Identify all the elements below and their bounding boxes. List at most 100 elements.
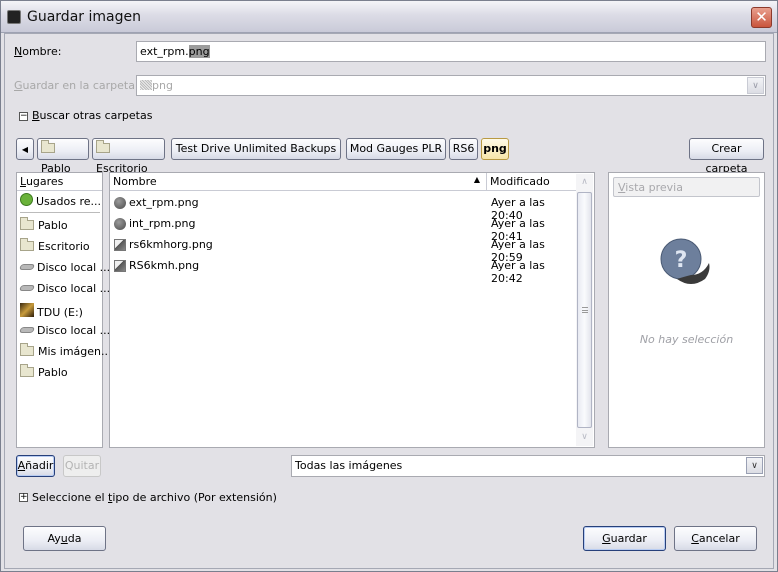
image-file-icon	[114, 260, 126, 272]
column-header-name[interactable]: Nombre ▲	[110, 173, 486, 191]
column-label: Modificado	[490, 175, 550, 188]
button-text: da	[67, 532, 82, 545]
gauge-image-icon	[114, 218, 126, 230]
browse-other-folders-toggle[interactable]: Buscar otras carpetas	[32, 109, 152, 122]
place-label: Disco local ...	[37, 261, 111, 274]
place-label: Pablo	[38, 366, 68, 379]
folder-icon	[20, 343, 34, 356]
path-segment-pablo[interactable]: Pablo	[37, 138, 89, 175]
sort-ascending-icon: ▲	[473, 175, 480, 184]
label-text: uardar en la carpeta:	[22, 79, 139, 92]
folder-icon	[20, 217, 34, 230]
folder-icon	[20, 238, 34, 251]
header-text: ugares	[25, 175, 64, 188]
path-segment-mod-gauges[interactable]: Mod Gauges PLR	[346, 138, 446, 160]
image-file-icon	[114, 239, 126, 251]
place-disk-3[interactable]: Disco local ...	[18, 324, 111, 344]
file-list-scrollbar[interactable]: ∧ ∨	[576, 174, 593, 446]
button-text: Ay	[47, 532, 61, 545]
chevron-down-icon: ∨	[747, 77, 764, 94]
filename-selected-text: png	[188, 45, 210, 58]
select-file-type-toggle[interactable]: Seleccione el tipo de archivo (Por exten…	[32, 491, 277, 504]
gauge-image-icon	[114, 197, 126, 209]
place-label: Mis imágen...	[38, 345, 112, 358]
remove-bookmark-button[interactable]: Quitar	[63, 455, 101, 477]
file-modified: Ayer a las 20:42	[491, 259, 545, 285]
window-title: Guardar imagen	[27, 9, 141, 25]
no-preview-icon: ?	[660, 238, 710, 284]
scroll-up-icon[interactable]: ∧	[576, 174, 593, 191]
dialog-body: Nombre: ext_rpm.png Guardar en la carpet…	[4, 33, 774, 569]
add-bookmark-button[interactable]: Añadir	[16, 455, 55, 477]
help-button[interactable]: Ayuda	[23, 526, 106, 551]
close-icon: ✕	[755, 8, 768, 26]
folder-icon	[96, 140, 110, 153]
mnemonic: B	[32, 109, 40, 122]
drive-icon	[18, 327, 36, 333]
folder-icon	[20, 364, 34, 377]
preview-header: Vista previa	[613, 177, 760, 197]
place-label: Escritorio	[38, 240, 90, 253]
label-text: Seleccione el	[32, 491, 109, 504]
path-segment-png[interactable]: png	[481, 138, 509, 160]
place-label: Pablo	[38, 219, 68, 232]
file-row[interactable]: ext_rpm.png Ayer a las 20:40	[111, 193, 574, 222]
cancel-button[interactable]: Cancelar	[674, 526, 757, 551]
scroll-down-icon[interactable]: ∨	[576, 429, 593, 446]
path-segment-tdu-backups[interactable]: Test Drive Unlimited Backups	[171, 138, 341, 160]
place-recent[interactable]: Usados re...	[20, 193, 102, 213]
name-label: Nombre:	[14, 45, 61, 58]
filename-input[interactable]: ext_rpm.png	[136, 41, 766, 62]
file-name: rs6kmhorg.png	[129, 238, 213, 251]
title-bar: Guardar imagen ✕	[1, 1, 777, 33]
label-text: ombre:	[22, 45, 62, 58]
drive-icon	[18, 264, 36, 270]
file-row[interactable]: rs6kmhorg.png Ayer a las 20:59	[111, 235, 574, 264]
folder-icon	[140, 80, 152, 90]
path-segment-rs6[interactable]: RS6	[449, 138, 478, 160]
file-name: RS6kmh.png	[129, 259, 200, 272]
path-back-button[interactable]: ◀	[16, 138, 34, 160]
button-text: ñadir	[25, 459, 54, 472]
filetype-expander-icon[interactable]: +	[19, 493, 28, 502]
browse-expander-icon[interactable]: −	[19, 112, 28, 121]
file-name: int_rpm.png	[129, 217, 196, 230]
file-row[interactable]: int_rpm.png Ayer a las 20:41	[111, 214, 574, 243]
places-header[interactable]: Lugares	[17, 173, 102, 191]
place-label: Disco local ...	[37, 324, 111, 337]
path-segment-escritorio[interactable]: Escritorio	[92, 138, 165, 175]
column-label: Nombre	[113, 175, 157, 188]
place-pablo-2[interactable]: Pablo	[20, 364, 68, 386]
place-disk-2[interactable]: Disco local ...	[18, 282, 111, 302]
place-label: Usados re...	[36, 195, 102, 208]
file-filter-combo[interactable]: Todas las imágenes ∨	[291, 455, 765, 477]
place-escritorio[interactable]: Escritorio	[20, 238, 90, 260]
label-text: uscar otras carpetas	[39, 109, 153, 122]
filter-value: Todas las imágenes	[295, 459, 403, 472]
mnemonic: C	[691, 532, 699, 545]
button-text: uardar	[610, 532, 647, 545]
place-tdu-drive[interactable]: TDU (E:)	[20, 303, 83, 323]
place-label: Disco local ...	[37, 282, 111, 295]
save-button[interactable]: Guardar	[583, 526, 666, 551]
place-my-pictures[interactable]: Mis imágen...	[20, 343, 112, 365]
header-text: ista previa	[625, 181, 683, 194]
gimp-icon	[7, 10, 21, 24]
scrollbar-thumb[interactable]	[577, 192, 592, 428]
places-panel: Lugares Usados re... Pablo Escritorio Di…	[16, 172, 112, 448]
folder-icon	[41, 140, 55, 153]
close-button[interactable]: ✕	[751, 7, 772, 28]
no-selection-text: No hay selección	[639, 333, 734, 346]
mnemonic: A	[17, 459, 26, 472]
file-row[interactable]: RS6kmh.png Ayer a las 20:42	[111, 256, 574, 285]
recent-icon	[20, 193, 33, 206]
filename-text: ext_rpm.	[140, 45, 189, 58]
button-text: ancelar	[698, 532, 740, 545]
files-panel: Nombre ▲ Modificado ext_rpm.png Ayer a las…	[109, 172, 595, 448]
place-disk-1[interactable]: Disco local ...	[18, 261, 111, 281]
svg-text:?: ?	[675, 248, 688, 273]
column-header-modified[interactable]: Modificado	[486, 173, 576, 191]
create-folder-button[interactable]: Crear carpeta	[689, 138, 764, 175]
chevron-down-icon[interactable]: ∨	[746, 457, 763, 474]
place-pablo[interactable]: Pablo	[20, 217, 68, 239]
